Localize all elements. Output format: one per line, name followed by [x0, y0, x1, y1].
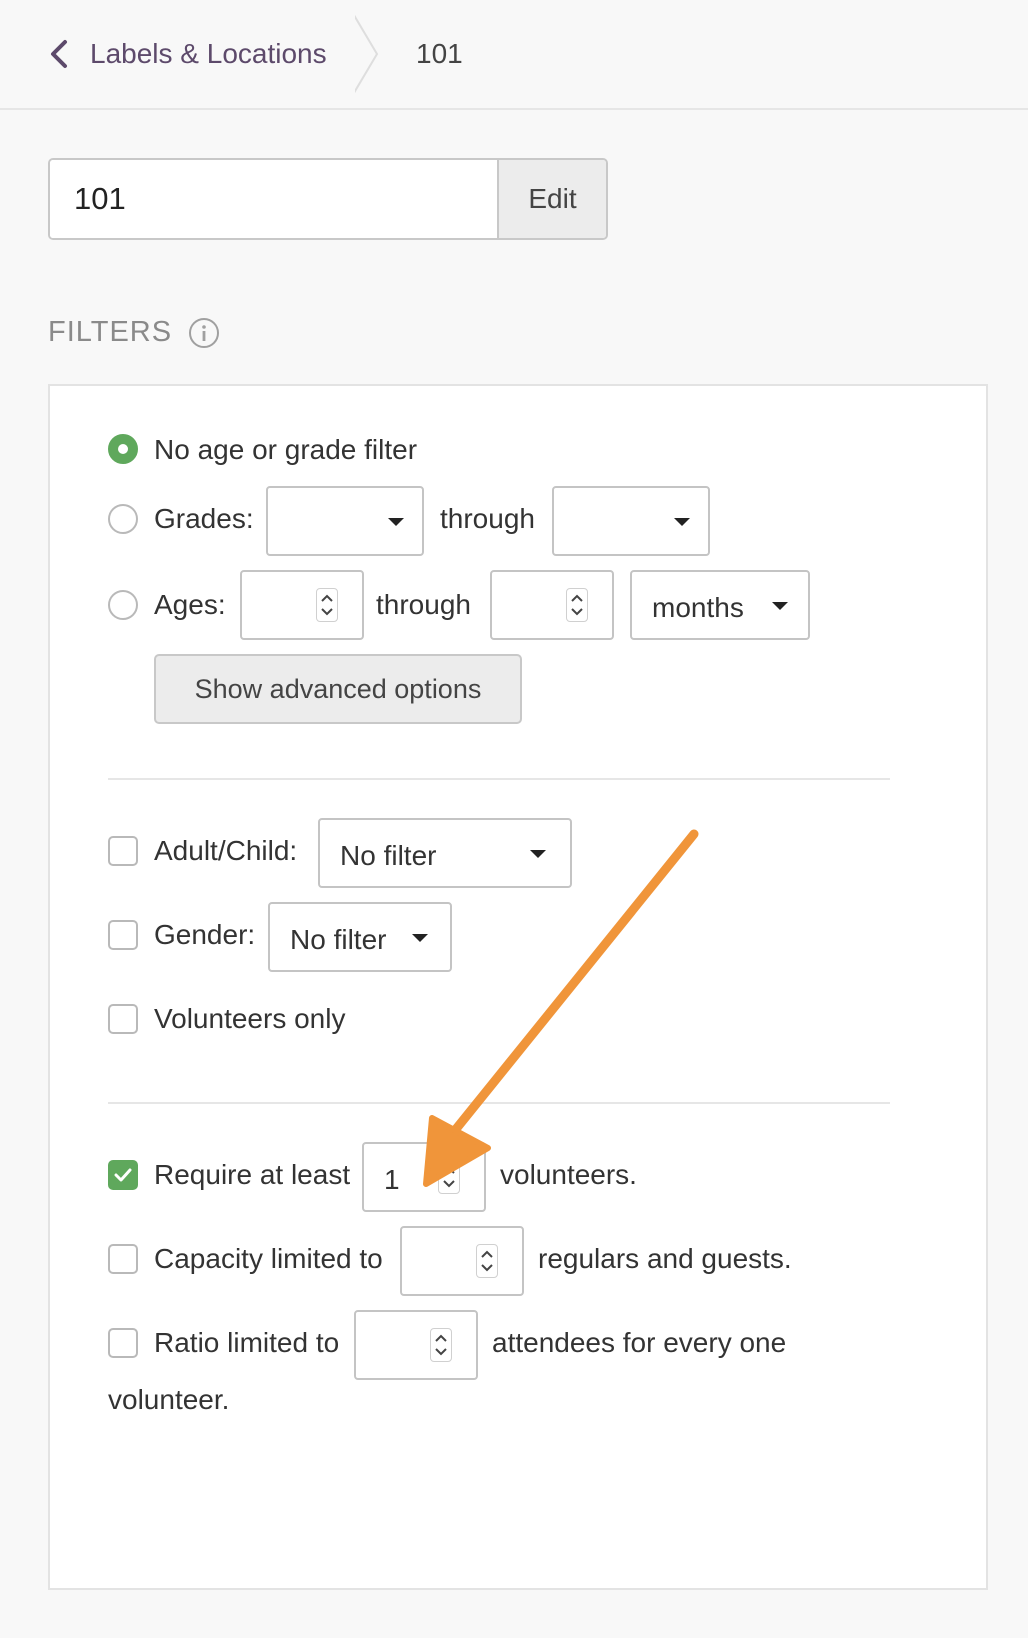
capacity-suffix: regulars and guests. — [538, 1243, 792, 1274]
grades-radio[interactable] — [108, 504, 138, 534]
divider — [108, 1102, 890, 1104]
spinner-icon[interactable] — [476, 1244, 498, 1278]
filters-heading: FILTERS — [48, 316, 220, 349]
location-name-group: Edit — [48, 158, 608, 240]
ages-to-input[interactable] — [490, 570, 614, 640]
gender-checkbox[interactable] — [108, 920, 138, 950]
require-volunteers-checkbox[interactable] — [108, 1160, 138, 1190]
require-volunteers-input[interactable]: 1 — [362, 1142, 486, 1212]
adult-child-select[interactable]: No filter — [318, 818, 572, 888]
caret-down-icon — [412, 934, 428, 942]
age-unit-select[interactable]: months — [630, 570, 810, 640]
require-volunteers-label: Require at least — [154, 1159, 351, 1190]
ages-radio[interactable] — [108, 590, 138, 620]
spinner-icon[interactable] — [316, 588, 338, 622]
filters-panel: No age or grade filter Grades: through A… — [48, 384, 988, 1590]
breadcrumb-current: 101 — [416, 38, 463, 69]
grades-label: Grades: — [154, 503, 254, 534]
ratio-checkbox[interactable] — [108, 1328, 138, 1358]
require-volunteers-value: 1 — [384, 1164, 400, 1195]
adult-child-checkbox[interactable] — [108, 836, 138, 866]
capacity-input[interactable] — [400, 1226, 524, 1296]
spinner-icon[interactable] — [566, 588, 588, 622]
grades-through-label: through — [440, 503, 535, 534]
edit-button[interactable]: Edit — [497, 160, 606, 238]
chevron-left-icon — [51, 40, 67, 68]
caret-down-icon — [388, 518, 404, 526]
caret-down-icon — [772, 602, 788, 610]
capacity-checkbox[interactable] — [108, 1244, 138, 1274]
require-volunteers-suffix: volunteers. — [500, 1159, 637, 1190]
ratio-input[interactable] — [354, 1310, 478, 1380]
back-link[interactable]: Labels & Locations — [48, 30, 327, 78]
age-unit-value: months — [652, 592, 744, 623]
no-filter-label: No age or grade filter — [154, 434, 418, 465]
gender-select[interactable]: No filter — [268, 902, 452, 972]
caret-down-icon — [674, 518, 690, 526]
checkmark-icon — [114, 1168, 132, 1182]
gender-value: No filter — [290, 924, 387, 955]
adult-child-label: Adult/Child: — [154, 835, 298, 866]
gender-label: Gender: — [154, 919, 256, 950]
breadcrumb-separator — [355, 14, 379, 94]
divider — [108, 778, 890, 780]
ratio-label: Ratio limited to — [154, 1327, 340, 1358]
spinner-icon[interactable] — [430, 1328, 452, 1362]
show-advanced-options-button[interactable]: Show advanced options — [154, 654, 522, 724]
ratio-suffix-wrap: volunteer. — [108, 1384, 230, 1415]
no-filter-radio[interactable] — [108, 434, 138, 464]
back-link-label: Labels & Locations — [90, 38, 327, 69]
grades-to-select[interactable] — [552, 486, 710, 556]
ratio-suffix: attendees for every one — [492, 1327, 787, 1358]
ages-through-label: through — [376, 589, 471, 620]
volunteers-only-label: Volunteers only — [154, 1003, 346, 1034]
grades-from-select[interactable] — [266, 486, 424, 556]
location-name-input[interactable] — [50, 160, 497, 238]
volunteers-only-checkbox[interactable] — [108, 1004, 138, 1034]
filters-title: FILTERS — [48, 316, 173, 348]
spinner-icon[interactable] — [438, 1160, 460, 1194]
breadcrumb-bar: Labels & Locations 101 — [0, 0, 1028, 110]
adult-child-value: No filter — [340, 840, 437, 871]
ages-label: Ages: — [154, 589, 226, 620]
caret-down-icon — [530, 850, 546, 858]
info-icon[interactable] — [188, 317, 220, 349]
capacity-label: Capacity limited to — [154, 1243, 383, 1274]
ages-from-input[interactable] — [240, 570, 364, 640]
